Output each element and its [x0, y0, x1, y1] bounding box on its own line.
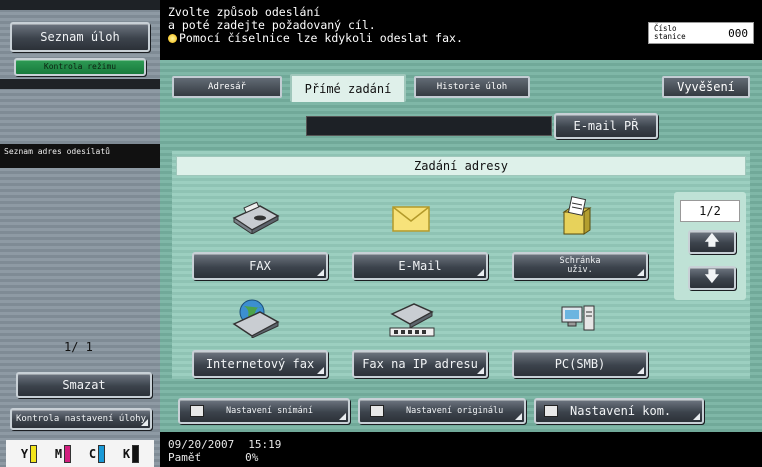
toner-y: Y [21, 444, 38, 463]
internet-fax-icon [230, 298, 282, 342]
document-icon [370, 405, 384, 417]
toner-c-bar [98, 444, 106, 463]
ip-fax-button[interactable]: Fax na IP adresu [352, 350, 488, 378]
toner-c: C [89, 444, 106, 463]
fax-button[interactable]: FAX [192, 252, 328, 280]
scan-settings-button[interactable]: Nastavení snímání [178, 398, 350, 424]
internet-fax-button[interactable]: Internetový fax [192, 350, 328, 378]
arrow-up-icon: 🡅 [704, 233, 720, 249]
left-page-counter: 1/ 1 [64, 340, 93, 354]
station-label: Číslo stanice [654, 24, 686, 41]
email-input[interactable] [306, 116, 552, 136]
delete-label: Smazat [62, 378, 106, 392]
tab-job-history[interactable]: Historie úloh [414, 76, 530, 98]
left-band-2 [0, 79, 160, 89]
corner-icon [515, 413, 522, 420]
comm-settings-button[interactable]: Nastavení kom. [534, 398, 704, 424]
address-panel-title: Zadání adresy [176, 156, 746, 176]
task-list-label: Seznam úloh [40, 30, 120, 44]
job-settings-label: Kontrola nastavení úlohy [15, 413, 147, 424]
sender-list-label: Seznam adres odesílatů [4, 147, 110, 156]
fax-icon [230, 200, 282, 238]
corner-icon [141, 419, 148, 426]
left-panel: Seznam úloh Kontrola režimu Seznam adres… [0, 0, 160, 467]
message-line-3: Pomocí číselnice lze kdykoli odeslat fax… [179, 31, 463, 45]
tab-address-book[interactable]: Adresář [172, 76, 282, 98]
corner-icon [339, 413, 346, 420]
memory-value: 0% [245, 451, 259, 464]
box-icon [560, 196, 594, 240]
email-button[interactable]: E-Mail [352, 252, 488, 280]
toner-k: K [123, 444, 140, 463]
tab-release[interactable]: Vyvěšení [662, 76, 750, 98]
left-top-band [0, 0, 160, 10]
message-line-3-wrap: Pomocí číselnice lze kdykoli odeslat fax… [168, 32, 463, 45]
delete-button[interactable]: Smazat [16, 372, 152, 398]
corner-icon [693, 413, 700, 420]
user-box-button[interactable]: Schránka uživ. [512, 252, 648, 280]
original-settings-button[interactable]: Nastavení originálu [358, 398, 526, 424]
toner-m: M [55, 444, 72, 463]
status-date: 09/20/2007 [168, 438, 235, 451]
corner-icon [317, 367, 324, 374]
toner-y-bar [30, 444, 38, 463]
memory-status: Paměť 0% [168, 451, 258, 464]
email-me-button[interactable]: E-mail PŘ [554, 113, 658, 139]
corner-icon [477, 269, 484, 276]
computer-icon [560, 304, 596, 338]
toner-indicator: Y M C K [6, 440, 154, 467]
mode-check-button[interactable]: Kontrola režimu [14, 58, 146, 76]
scanner-icon [190, 405, 204, 417]
page-indicator: 1/2 [680, 200, 740, 222]
page-down-button[interactable]: 🡇 [688, 266, 736, 290]
page-up-button[interactable]: 🡅 [688, 230, 736, 254]
arrow-down-icon: 🡇 [704, 269, 720, 285]
station-value: 000 [728, 26, 748, 40]
memory-label: Paměť [168, 451, 202, 464]
datetime: 09/20/2007 15:19 [168, 438, 281, 451]
pc-smb-button[interactable]: PC(SMB) [512, 350, 648, 378]
tab-direct-input[interactable]: Přímé zadání [290, 74, 406, 102]
status-bar: 09/20/2007 15:19 Paměť 0% [160, 432, 762, 467]
job-settings-button[interactable]: Kontrola nastavení úlohy [10, 408, 152, 430]
corner-icon [637, 269, 644, 276]
message-bar: Zvolte způsob odeslání a poté zadejte po… [160, 0, 762, 60]
toner-m-bar [64, 444, 72, 463]
ip-fax-icon [388, 300, 436, 342]
sender-list-tab[interactable]: Seznam adres odesílatů [0, 144, 160, 168]
status-time: 15:19 [248, 438, 282, 451]
toner-k-bar [132, 444, 140, 463]
corner-icon [637, 367, 644, 374]
bulb-icon [168, 34, 177, 43]
envelope-icon [392, 206, 430, 236]
corner-icon [477, 367, 484, 374]
communication-icon [544, 405, 558, 417]
station-number-box: Číslo stanice 000 [648, 22, 754, 44]
corner-icon [317, 269, 324, 276]
task-list-button[interactable]: Seznam úloh [10, 22, 150, 52]
mode-check-label: Kontrola režimu [43, 62, 117, 71]
